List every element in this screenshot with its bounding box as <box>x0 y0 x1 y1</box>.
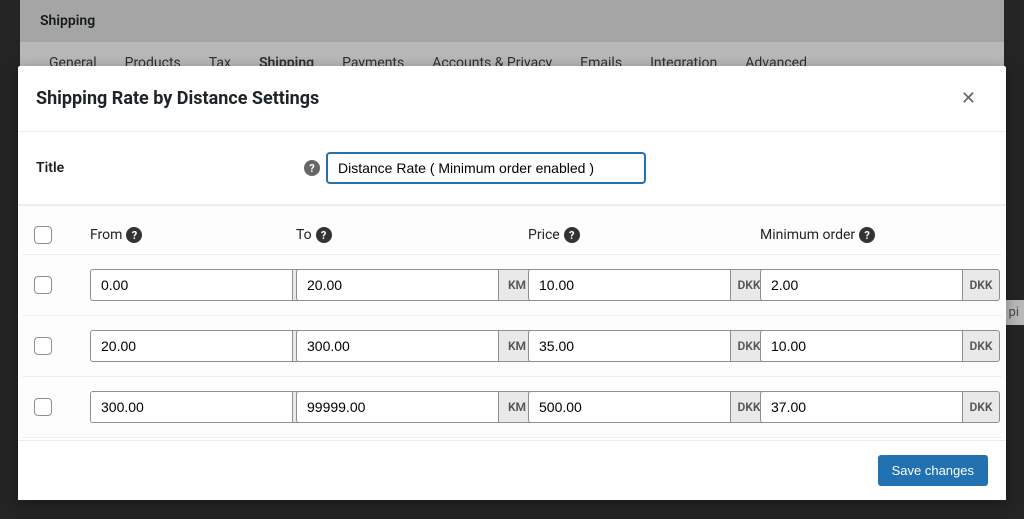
title-field-row: Title <box>18 132 1006 205</box>
close-button[interactable]: ✕ <box>955 86 982 111</box>
title-label: Title <box>36 160 64 176</box>
min-order-input[interactable] <box>760 391 962 423</box>
price-input[interactable] <box>528 330 730 362</box>
help-icon[interactable] <box>126 227 142 243</box>
from-input[interactable] <box>90 269 292 301</box>
help-icon[interactable] <box>316 227 332 243</box>
help-icon[interactable] <box>304 160 320 176</box>
rates-table: From To Price <box>18 205 1006 440</box>
col-price-header: Price <box>528 227 580 243</box>
unit-currency: DKK <box>962 391 1000 423</box>
min-order-input[interactable] <box>760 330 962 362</box>
from-input[interactable] <box>90 391 292 423</box>
col-to-header: To <box>296 227 332 243</box>
title-input[interactable] <box>326 152 646 184</box>
table-row: KMKMDKKDKK <box>22 316 1002 377</box>
title-label-wrap: Title <box>36 160 304 176</box>
row-checkbox[interactable] <box>34 337 52 355</box>
help-icon[interactable] <box>859 227 875 243</box>
unit-currency: DKK <box>962 269 1000 301</box>
table-header-row: From To Price <box>22 218 1002 255</box>
modal-title: Shipping Rate by Distance Settings <box>36 88 319 109</box>
save-changes-button[interactable]: Save changes <box>878 455 988 486</box>
title-help-wrap <box>304 160 326 176</box>
modal-header: Shipping Rate by Distance Settings ✕ <box>18 66 1006 132</box>
col-from-header: From <box>90 227 142 243</box>
modal-body: Title From To <box>18 132 1006 440</box>
price-input[interactable] <box>528 391 730 423</box>
settings-modal: Shipping Rate by Distance Settings ✕ Tit… <box>18 66 1006 500</box>
to-input[interactable] <box>296 330 498 362</box>
table-row: KMKMDKKDKK <box>22 377 1002 438</box>
help-icon[interactable] <box>564 227 580 243</box>
select-all-checkbox[interactable] <box>34 226 52 244</box>
row-checkbox[interactable] <box>34 276 52 294</box>
to-input[interactable] <box>296 391 498 423</box>
modal-footer: Save changes <box>18 440 1006 500</box>
to-input[interactable] <box>296 269 498 301</box>
row-checkbox[interactable] <box>34 398 52 416</box>
price-input[interactable] <box>528 269 730 301</box>
unit-currency: DKK <box>962 330 1000 362</box>
table-row: KMKMDKKDKK <box>22 255 1002 316</box>
min-order-input[interactable] <box>760 269 962 301</box>
col-min-header: Minimum order <box>760 227 875 243</box>
rows-container: KMKMDKKDKKKMKMDKKDKKKMKMDKKDKK <box>22 255 1002 438</box>
from-input[interactable] <box>90 330 292 362</box>
